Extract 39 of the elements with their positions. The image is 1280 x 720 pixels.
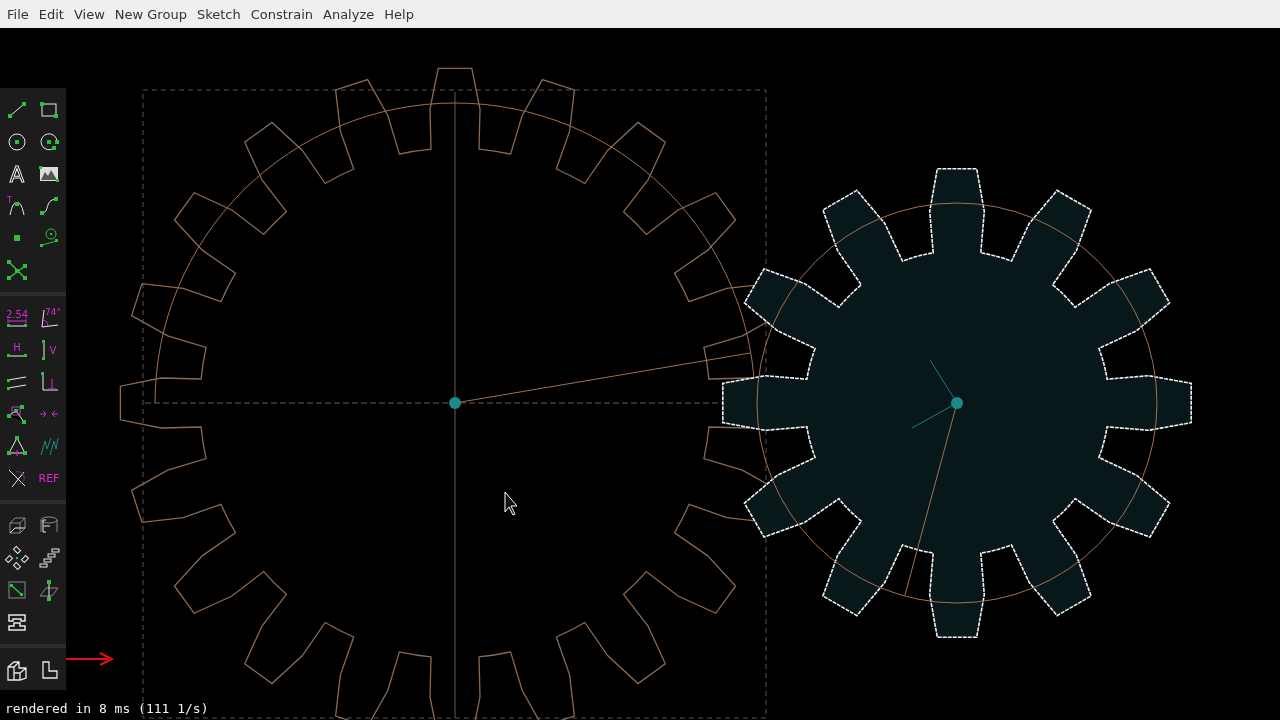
center-point[interactable] bbox=[951, 397, 963, 409]
isometric-view-icon[interactable] bbox=[6, 659, 28, 681]
symmetric-icon[interactable] bbox=[6, 435, 28, 457]
workplane-tool-icon[interactable] bbox=[38, 227, 60, 249]
orientation-icon[interactable] bbox=[38, 435, 60, 457]
perpendicular-icon[interactable] bbox=[38, 371, 60, 393]
status-text: rendered in 8 ms (111 1/s) bbox=[5, 701, 209, 716]
reference-toggle[interactable]: REF bbox=[38, 467, 60, 489]
rotate-pattern-icon[interactable] bbox=[6, 547, 28, 569]
sketch-plane-icon[interactable] bbox=[38, 579, 60, 601]
point-on-line-icon[interactable] bbox=[6, 403, 28, 425]
plane-icon[interactable] bbox=[6, 579, 28, 601]
construction-icon[interactable] bbox=[6, 467, 28, 489]
cursor-icon bbox=[504, 491, 518, 516]
menu-item[interactable]: Constrain bbox=[245, 6, 318, 22]
step-pattern-icon[interactable] bbox=[38, 547, 60, 569]
line-tool-icon[interactable] bbox=[6, 99, 28, 121]
menu-item[interactable]: New Group bbox=[109, 6, 192, 22]
center-point[interactable] bbox=[449, 397, 461, 409]
menu-item[interactable]: Analyze bbox=[318, 6, 380, 22]
assemble-icon[interactable] bbox=[6, 611, 28, 633]
menu-item[interactable]: View bbox=[68, 6, 110, 22]
menu-item[interactable]: Sketch bbox=[191, 6, 246, 22]
angle-constraint[interactable]: 74° bbox=[38, 307, 60, 329]
rectangle-tool-icon[interactable] bbox=[38, 99, 60, 121]
split-tool-icon[interactable] bbox=[6, 259, 28, 281]
vertical-constraint[interactable]: V bbox=[38, 339, 60, 361]
distance-constraint[interactable]: 2.54 bbox=[6, 307, 28, 329]
image-tool-icon[interactable] bbox=[38, 163, 60, 185]
arc-tool-icon[interactable] bbox=[38, 131, 60, 153]
arrow-icon bbox=[64, 652, 115, 666]
spline-tool-icon[interactable] bbox=[38, 195, 60, 217]
cube-icon[interactable] bbox=[6, 515, 28, 537]
menu-item[interactable]: File bbox=[2, 6, 34, 22]
tangent-arc-tool[interactable]: T bbox=[6, 195, 28, 217]
menu-item[interactable]: Help bbox=[379, 6, 419, 22]
horizontal-constraint[interactable]: H bbox=[6, 339, 28, 361]
circle-tool-icon[interactable] bbox=[6, 131, 28, 153]
menu-item[interactable]: Edit bbox=[33, 6, 69, 22]
